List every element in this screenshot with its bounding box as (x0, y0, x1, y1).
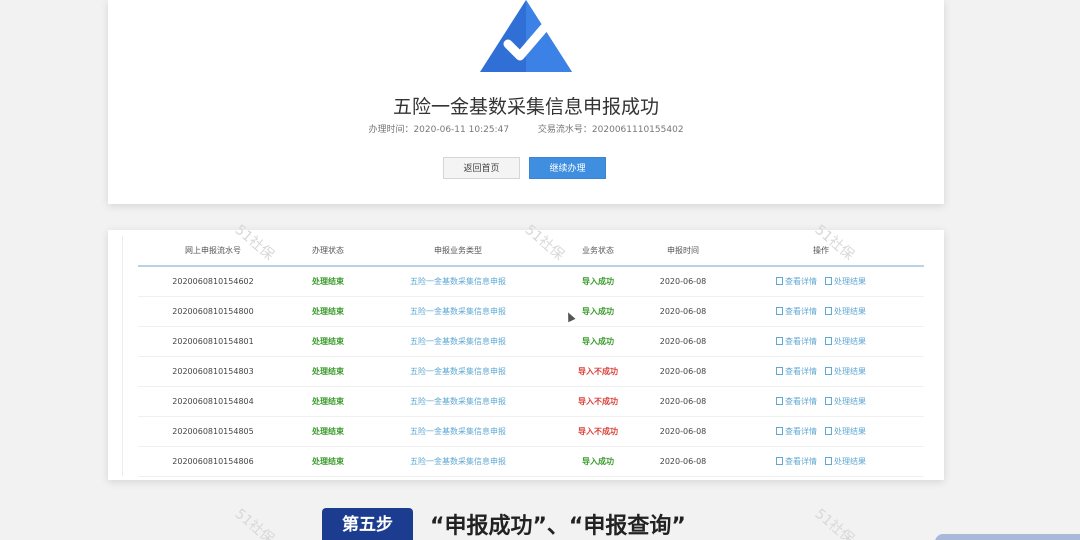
document-icon (776, 306, 783, 315)
success-title: 五险一金基数采集信息申报成功 (392, 96, 659, 118)
cell-status: 处理结束 (288, 416, 368, 447)
cell-biz-status: 导入不成功 (548, 416, 648, 447)
cell-date: 2020-06-08 (648, 446, 718, 477)
cell-type-link[interactable]: 五险一金基数采集信息申报 (368, 326, 548, 357)
view-detail-link[interactable]: 查看详情 (776, 396, 817, 406)
col-date: 申报时间 (648, 236, 718, 267)
success-check-icon (480, 0, 572, 72)
declaration-table: 网上申报流水号 办理状态 申报业务类型 业务状态 申报时间 操作 2020060… (138, 236, 924, 477)
cell-type-link[interactable]: 五险一金基数采集信息申报 (368, 386, 548, 417)
view-detail-link[interactable]: 查看详情 (776, 336, 817, 346)
table-row: 2020060810154803 处理结束 五险一金基数采集信息申报 导入不成功 202… (138, 356, 924, 387)
view-detail-link[interactable]: 查看详情 (776, 426, 817, 436)
cell-serial: 2020060810154602 (138, 266, 288, 297)
cell-biz-status: 导入不成功 (548, 356, 648, 387)
table-header-row: 网上申报流水号 办理状态 申报业务类型 业务状态 申报时间 操作 (138, 236, 924, 267)
table-row: 2020060810154805 处理结束 五险一金基数采集信息申报 导入不成功 202… (138, 416, 924, 447)
back-home-button[interactable]: 返回首页 (443, 157, 520, 179)
cell-date: 2020-06-08 (648, 266, 718, 297)
cell-date: 2020-06-08 (648, 386, 718, 417)
cell-status: 处理结束 (288, 446, 368, 477)
cell-actions: 查看详情 处理结果 (718, 446, 924, 477)
view-detail-link[interactable]: 查看详情 (776, 276, 817, 286)
result-icon (825, 306, 832, 315)
step-badge: 第五步 (322, 508, 413, 540)
result-icon (825, 366, 832, 375)
cell-type-link[interactable]: 五险一金基数采集信息申报 (368, 266, 548, 297)
document-icon (776, 366, 783, 375)
cell-actions: 查看详情 处理结果 (718, 416, 924, 447)
cell-serial: 2020060810154804 (138, 386, 288, 417)
step-caption: “申报成功”、“申报查询” (430, 514, 686, 539)
document-icon (776, 426, 783, 435)
handle-time: 办理时间：2020-06-11 10:25:47 (368, 125, 510, 135)
cell-serial: 2020060810154800 (138, 296, 288, 327)
view-detail-link[interactable]: 查看详情 (776, 456, 817, 466)
cell-status: 处理结束 (288, 326, 368, 357)
process-result-link[interactable]: 处理结果 (825, 456, 866, 466)
result-icon (825, 426, 832, 435)
table-row: 2020060810154800 处理结束 五险一金基数采集信息申报 导入成功 2020… (138, 296, 924, 327)
cell-serial: 2020060810154805 (138, 416, 288, 447)
cell-serial: 2020060810154803 (138, 356, 288, 387)
serial-number: 交易流水号：2020061110155402 (537, 125, 684, 135)
view-detail-link[interactable]: 查看详情 (776, 306, 817, 316)
table-row: 2020060810154602 处理结束 五险一金基数采集信息申报 导入成功 2020… (138, 266, 924, 297)
process-result-link[interactable]: 处理结果 (825, 426, 866, 436)
table-row: 2020060810154801 处理结束 五险一金基数采集信息申报 导入成功 2020… (138, 326, 924, 357)
document-icon (776, 396, 783, 405)
cell-date: 2020-06-08 (648, 416, 718, 447)
result-icon (825, 456, 832, 465)
process-result-link[interactable]: 处理结果 (825, 276, 866, 286)
table-row: 2020060810154806 处理结束 五险一金基数采集信息申报 导入成功 2020… (138, 446, 924, 477)
cell-type-link[interactable]: 五险一金基数采集信息申报 (368, 356, 548, 387)
continue-button[interactable]: 继续办理 (529, 157, 606, 179)
result-icon (825, 276, 832, 285)
document-icon (776, 336, 783, 345)
cell-date: 2020-06-08 (648, 356, 718, 387)
cell-date: 2020-06-08 (648, 326, 718, 357)
cell-biz-status: 导入不成功 (548, 386, 648, 417)
cell-serial: 2020060810154806 (138, 446, 288, 477)
process-result-link[interactable]: 处理结果 (825, 366, 866, 376)
cell-actions: 查看详情 处理结果 (718, 356, 924, 387)
process-result-link[interactable]: 处理结果 (825, 396, 866, 406)
view-detail-link[interactable]: 查看详情 (776, 366, 817, 376)
watermark: 51社保 (231, 505, 277, 540)
col-type: 申报业务类型 (368, 236, 548, 267)
cell-status: 处理结束 (288, 356, 368, 387)
col-biz-status: 业务状态 (548, 236, 648, 267)
cell-status: 处理结束 (288, 296, 368, 327)
cell-date: 2020-06-08 (648, 296, 718, 327)
cell-actions: 查看详情 处理结果 (718, 326, 924, 357)
document-icon (776, 456, 783, 465)
document-icon (776, 276, 783, 285)
cell-biz-status: 导入成功 (548, 296, 648, 327)
process-result-link[interactable]: 处理结果 (825, 336, 866, 346)
watermark: 51社保 (811, 505, 857, 540)
cell-actions: 查看详情 处理结果 (718, 386, 924, 417)
col-serial: 网上申报流水号 (138, 236, 288, 267)
process-result-link[interactable]: 处理结果 (825, 306, 866, 316)
success-card: 五险一金基数采集信息申报成功 办理时间：2020-06-11 10:25:47 … (108, 0, 944, 204)
cell-status: 处理结束 (288, 266, 368, 297)
col-status: 办理状态 (288, 236, 368, 267)
result-icon (825, 336, 832, 345)
cell-biz-status: 导入成功 (548, 326, 648, 357)
result-icon (825, 396, 832, 405)
declaration-table-card: 网上申报流水号 办理状态 申报业务类型 业务状态 申报时间 操作 2020060… (108, 230, 944, 480)
cell-actions: 查看详情 处理结果 (718, 296, 924, 327)
cell-serial: 2020060810154801 (138, 326, 288, 357)
col-actions: 操作 (718, 236, 924, 267)
cell-biz-status: 导入成功 (548, 266, 648, 297)
cell-type-link[interactable]: 五险一金基数采集信息申报 (368, 416, 548, 447)
cell-type-link[interactable]: 五险一金基数采集信息申报 (368, 296, 548, 327)
cell-biz-status: 导入成功 (548, 446, 648, 477)
cell-actions: 查看详情 处理结果 (718, 266, 924, 297)
success-meta: 办理时间：2020-06-11 10:25:47 交易流水号：202006111… (108, 122, 944, 135)
cell-status: 处理结束 (288, 386, 368, 417)
cell-type-link[interactable]: 五险一金基数采集信息申报 (368, 446, 548, 477)
table-row: 2020060810154804 处理结束 五险一金基数采集信息申报 导入不成功 202… (138, 386, 924, 417)
corner-decoration (935, 534, 1080, 540)
